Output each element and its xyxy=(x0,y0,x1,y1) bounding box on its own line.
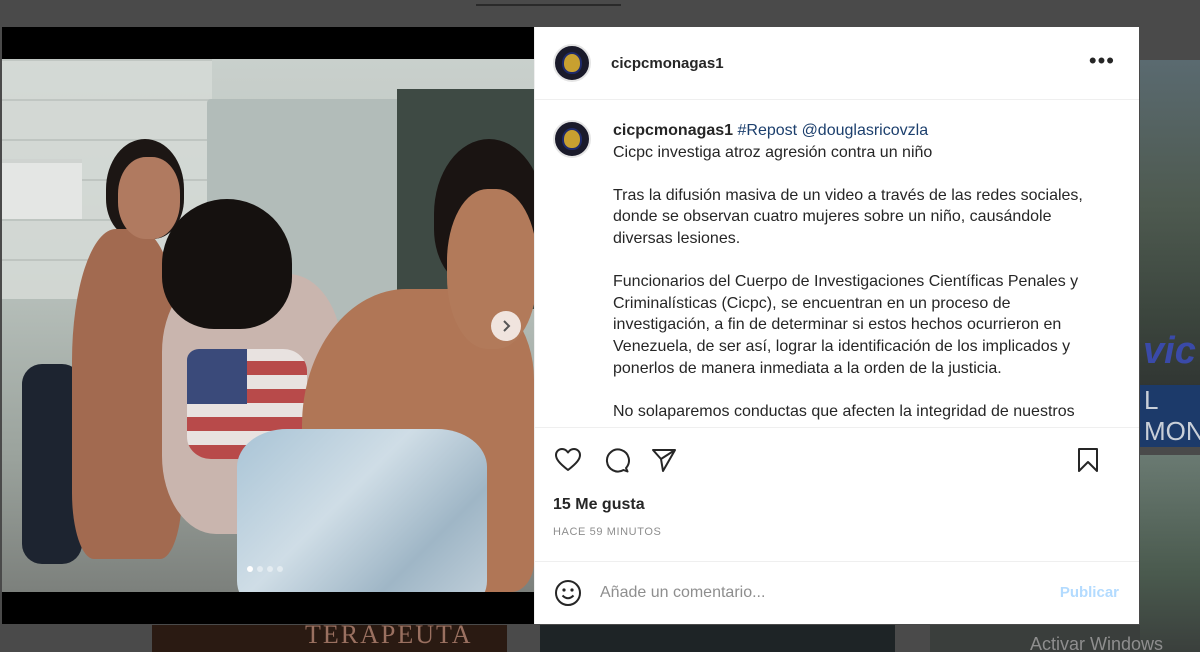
post-actions xyxy=(535,428,1139,492)
post-username[interactable]: cicpcmonagas1 xyxy=(611,55,724,72)
background-thumbnail-caption: TERAPEUTA xyxy=(305,620,473,649)
comment-icon xyxy=(606,448,630,473)
background-thumbnail-text: vic xyxy=(1143,330,1196,372)
post-photo xyxy=(2,59,534,592)
caption-paragraph-3: No solaparemos conductas que afecten la … xyxy=(613,402,1075,420)
caption-text: cicpcmonagas1 #Repost @douglasricovzla C… xyxy=(613,120,1103,427)
more-options-icon[interactable]: ••• xyxy=(1089,50,1115,72)
share-button[interactable] xyxy=(649,445,679,475)
caption-area[interactable]: cicpcmonagas1 #Repost @douglasricovzla C… xyxy=(535,100,1139,428)
badge-logo-icon xyxy=(562,52,582,74)
chevron-right-icon xyxy=(503,320,511,332)
post-modal: cicpcmonagas1 ••• cicpcmonagas1 #Repost … xyxy=(2,27,1139,624)
comment-input[interactable] xyxy=(600,584,1030,602)
caption-title: Cicpc investiga atroz agresión contra un… xyxy=(613,143,933,161)
emoji-icon xyxy=(555,580,581,606)
post-side-panel: cicpcmonagas1 ••• cicpcmonagas1 #Repost … xyxy=(534,27,1139,624)
heart-icon xyxy=(555,448,581,471)
bookmark-icon xyxy=(1078,448,1098,472)
emoji-button[interactable] xyxy=(553,578,583,608)
post-media xyxy=(2,27,534,624)
comment-button[interactable] xyxy=(601,445,631,475)
caption-username[interactable]: cicpcmonagas1 xyxy=(613,122,733,139)
background-thumbnail-2 xyxy=(540,625,895,652)
caption-mention[interactable]: @douglasricovzla xyxy=(802,122,929,139)
windows-activation-watermark: Activar Windows xyxy=(1030,634,1164,652)
likes-count[interactable]: 15 Me gusta xyxy=(535,492,1139,514)
media-letterbox-bottom xyxy=(2,592,534,624)
carousel-dot xyxy=(267,566,273,572)
caption-paragraph-2: Funcionarios del Cuerpo de Investigacion… xyxy=(613,273,1079,377)
badge-logo-icon xyxy=(562,128,582,150)
publish-button[interactable]: Publicar xyxy=(1060,584,1119,601)
carousel-dot xyxy=(277,566,283,572)
background-tab-indicator xyxy=(476,4,621,6)
caption-paragraph-1: Tras la difusión masiva de un video a tr… xyxy=(613,186,1083,247)
carousel-dot xyxy=(257,566,263,572)
carousel-indicator xyxy=(247,566,283,572)
avatar[interactable] xyxy=(553,44,591,82)
carousel-next-button[interactable] xyxy=(491,311,521,341)
send-icon xyxy=(652,449,676,472)
post-timestamp[interactable]: HACE 59 MINUTOS xyxy=(535,514,1139,538)
comment-bar: Publicar xyxy=(535,561,1139,624)
post-header: cicpcmonagas1 ••• xyxy=(535,27,1139,100)
like-button[interactable] xyxy=(553,445,583,475)
carousel-dot xyxy=(247,566,253,572)
caption-avatar[interactable] xyxy=(553,120,591,158)
background-thumbnail-right-2 xyxy=(1140,455,1200,652)
save-button[interactable] xyxy=(1073,445,1103,475)
background-thumbnail-text-2: L MON xyxy=(1140,385,1200,447)
caption-hashtag[interactable]: #Repost xyxy=(738,122,798,139)
media-letterbox-top xyxy=(2,27,534,59)
